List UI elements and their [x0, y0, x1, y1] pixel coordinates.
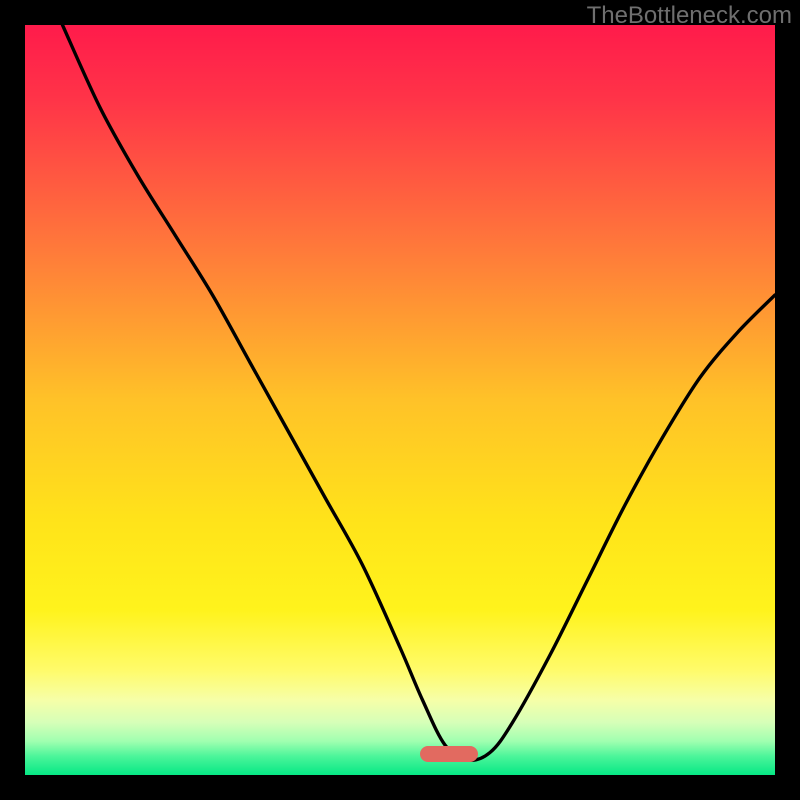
bottleneck-curve [25, 25, 775, 775]
chart-frame: TheBottleneck.com [0, 0, 800, 800]
plot-area [25, 25, 775, 775]
optimal-marker [420, 746, 479, 763]
watermark-text: TheBottleneck.com [587, 2, 792, 30]
